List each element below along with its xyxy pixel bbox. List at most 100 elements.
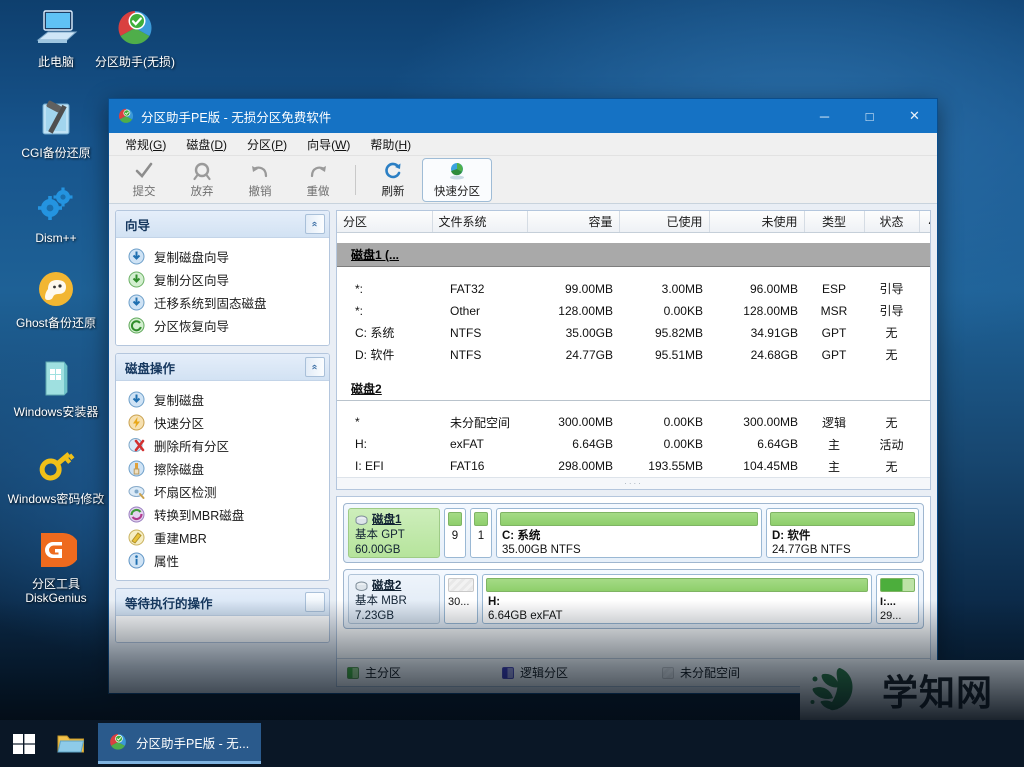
disk-group-header-2[interactable]: 磁盘2	[337, 376, 930, 401]
pending-operations-header[interactable]: 等待执行的操作	[116, 589, 329, 616]
wizard-panel-header[interactable]: 向导 «	[116, 211, 329, 238]
table-row[interactable]: *: Other 128.00MB 0.00KB 128.00MB MSR 引导…	[337, 300, 930, 322]
wizard-panel: 向导 « 复制磁盘向导 复制分区向导 迁移系统到固态磁盘 分区恢复向导	[115, 210, 330, 346]
toolbar-refresh-button[interactable]: 刷新	[364, 158, 422, 202]
column-header-used[interactable]: 已使用	[619, 211, 710, 233]
menu-bar: 常规(G) 磁盘(D) 分区(P) 向导(W) 帮助(H)	[109, 133, 937, 156]
disk-segment[interactable]: 1	[470, 508, 492, 558]
table-row[interactable]: C: 系统 NTFS 35.00GB 95.82MB 34.91GB GPT 无…	[337, 322, 930, 344]
disk-segment[interactable]: D: 软件 24.77GB NTFS	[766, 508, 919, 558]
chevron-up-icon[interactable]: «	[305, 214, 325, 234]
disk-segment[interactable]: C: 系统 35.00GB NTFS	[496, 508, 762, 558]
cell-filesystem: Other	[450, 303, 481, 318]
sidebar-item-wipe-disk[interactable]: 擦除磁盘	[120, 457, 325, 480]
desktop-icon-windows-password[interactable]: Windows密码修改	[0, 441, 112, 506]
quick-partition-icon	[447, 160, 467, 182]
segment-usage-bar	[448, 512, 462, 526]
table-row[interactable]: * 未分配空间 300.00MB 0.00KB 300.00MB 逻辑 无 是	[337, 411, 930, 433]
maximize-button[interactable]: □	[847, 99, 892, 133]
segment-detail: 24.77GB NTFS	[772, 544, 851, 556]
disk-map-row-1[interactable]: 磁盘1 基本 GPT 60.00GB 9 1 C: 系统 35.00GB NTF…	[343, 503, 924, 563]
sidebar-item-quick-partition[interactable]: 快速分区	[120, 411, 325, 434]
sidebar-item-rebuild-mbr[interactable]: 重建MBR	[120, 526, 325, 549]
cell-status: 无	[885, 415, 898, 430]
desktop-icon-windows-installer[interactable]: Windows安装器	[0, 354, 112, 419]
sidebar-item-label: 坏扇区检测	[154, 486, 217, 500]
desktop-icon-diskgenius[interactable]: 分区工具DiskGenius	[0, 526, 112, 605]
desktop-icon-cgi-backup[interactable]: CGI备份还原	[0, 95, 112, 160]
menu-item-wizard[interactable]: 向导(W)	[297, 133, 360, 156]
toolbar-commit-button[interactable]: 提交	[115, 158, 173, 202]
toolbar-discard-button[interactable]: 放弃	[173, 158, 231, 202]
desktop-icon-dism[interactable]: Dism++	[0, 180, 112, 245]
desktop-icon-ghost-backup[interactable]: Ghost备份还原	[0, 265, 112, 330]
sidebar-item-copy-disk-wizard[interactable]: 复制磁盘向导	[120, 245, 325, 268]
sidebar: 向导 « 复制磁盘向导 复制分区向导 迁移系统到固态磁盘 分区恢复向导 磁盘操作…	[115, 210, 330, 687]
refresh-icon	[383, 160, 403, 182]
windows-start-icon[interactable]	[0, 720, 48, 767]
disk-segment[interactable]: I:... 29...	[876, 574, 919, 624]
column-header-alignment[interactable]: 4KB对齐	[919, 211, 930, 233]
table-row[interactable]: I: EFI FAT16 298.00MB 193.55MB 104.45MB …	[337, 455, 930, 477]
cell-used: 0.00KB	[663, 415, 703, 429]
column-header-type[interactable]: 类型	[804, 211, 865, 233]
toolbar-undo-button[interactable]: 撤销	[231, 158, 289, 202]
window-titlebar[interactable]: 分区助手PE版 - 无损分区免费软件 ─ □ ✕	[109, 99, 937, 133]
table-row[interactable]: D: 软件 NTFS 24.77GB 95.51MB 24.68GB GPT 无…	[337, 344, 930, 366]
cell-alignment: 是	[919, 433, 930, 455]
menu-item-disk[interactable]: 磁盘(D)	[176, 133, 237, 156]
legend-unallocated: 未分配空间	[662, 664, 740, 681]
menu-item-partition[interactable]: 分区(P)	[237, 133, 297, 156]
menu-item-general[interactable]: 常规(G)	[115, 133, 176, 156]
desktop-icon-partition-assistant[interactable]: 分区助手(无损)	[79, 4, 191, 69]
sidebar-item-delete-all-partitions[interactable]: 删除所有分区	[120, 434, 325, 457]
table-row[interactable]: H: exFAT 6.64GB 0.00KB 6.64GB 主 活动 是	[337, 433, 930, 455]
cell-status: 无	[885, 459, 898, 474]
toolbar-quick-partition-button[interactable]: 快速分区	[422, 157, 492, 202]
column-header-status[interactable]: 状态	[864, 211, 920, 233]
segment-detail: 9	[451, 530, 459, 542]
partition-assistant-icon	[118, 108, 134, 123]
column-header-filesystem[interactable]: 文件系统	[432, 211, 528, 233]
taskbar-task-partition-assistant[interactable]: 分区助手PE版 - 无...	[98, 723, 262, 764]
pending-operations-panel: 等待执行的操作	[115, 588, 330, 643]
file-explorer-icon[interactable]	[48, 720, 94, 767]
cell-alignment: 是	[919, 300, 930, 322]
column-header-partition[interactable]: 分区	[337, 211, 433, 233]
disk-map-row-2[interactable]: 磁盘2 基本 MBR 7.23GB 30... H: 6.64GB exFAT …	[343, 569, 924, 629]
cell-filesystem: FAT16	[450, 459, 485, 473]
partition-list-container: 分区 文件系统 容量 已使用 未使用 类型 状态 4KB对齐	[336, 210, 931, 490]
segment-label: H:	[488, 596, 501, 608]
sidebar-item-copy-partition-wizard[interactable]: 复制分区向导	[120, 268, 325, 291]
cell-capacity: 24.77GB	[565, 347, 613, 362]
segment-usage-bar	[486, 578, 868, 592]
disk-operations-panel-header[interactable]: 磁盘操作 «	[116, 354, 329, 381]
copy-disk-icon	[128, 391, 146, 409]
sidebar-item-partition-recovery-wizard[interactable]: 分区恢复向导	[120, 314, 325, 337]
cell-status: 无	[885, 326, 898, 340]
disk-segment-unallocated[interactable]: 30...	[444, 574, 478, 624]
close-button[interactable]: ✕	[892, 99, 937, 133]
disk-group-header-1[interactable]: 磁盘1 (...	[337, 243, 930, 267]
minimize-button[interactable]: ─	[802, 99, 847, 133]
menu-item-help[interactable]: 帮助(H)	[360, 133, 421, 156]
sidebar-item-bad-sector-check[interactable]: 坏扇区检测	[120, 480, 325, 503]
disk-segment[interactable]: 9	[444, 508, 466, 558]
cell-type: ESP	[821, 281, 846, 296]
table-row[interactable]: *: FAT32 99.00MB 3.00MB 96.00MB ESP 引导 是	[337, 278, 930, 300]
column-header-capacity[interactable]: 容量	[527, 211, 620, 233]
chevron-up-icon[interactable]	[305, 592, 325, 612]
horizontal-scrollbar[interactable]: ····	[337, 477, 930, 489]
sidebar-item-properties[interactable]: 属性	[120, 549, 325, 572]
disk-icon	[355, 581, 368, 591]
logical-partition-swatch	[502, 666, 514, 679]
toolbar-redo-button[interactable]: 重做	[289, 158, 347, 202]
disk-segment[interactable]: H: 6.64GB exFAT	[482, 574, 872, 624]
chevron-up-icon[interactable]: «	[305, 357, 325, 377]
window-body: 向导 « 复制磁盘向导 复制分区向导 迁移系统到固态磁盘 分区恢复向导 磁盘操作…	[109, 204, 937, 693]
column-header-unused[interactable]: 未使用	[709, 211, 805, 233]
disk-operations-panel-title: 磁盘操作	[125, 361, 176, 376]
sidebar-item-migrate-os[interactable]: 迁移系统到固态磁盘	[120, 291, 325, 314]
sidebar-item-convert-to-mbr[interactable]: 转换到MBR磁盘	[120, 503, 325, 526]
sidebar-item-copy-disk[interactable]: 复制磁盘	[120, 388, 325, 411]
